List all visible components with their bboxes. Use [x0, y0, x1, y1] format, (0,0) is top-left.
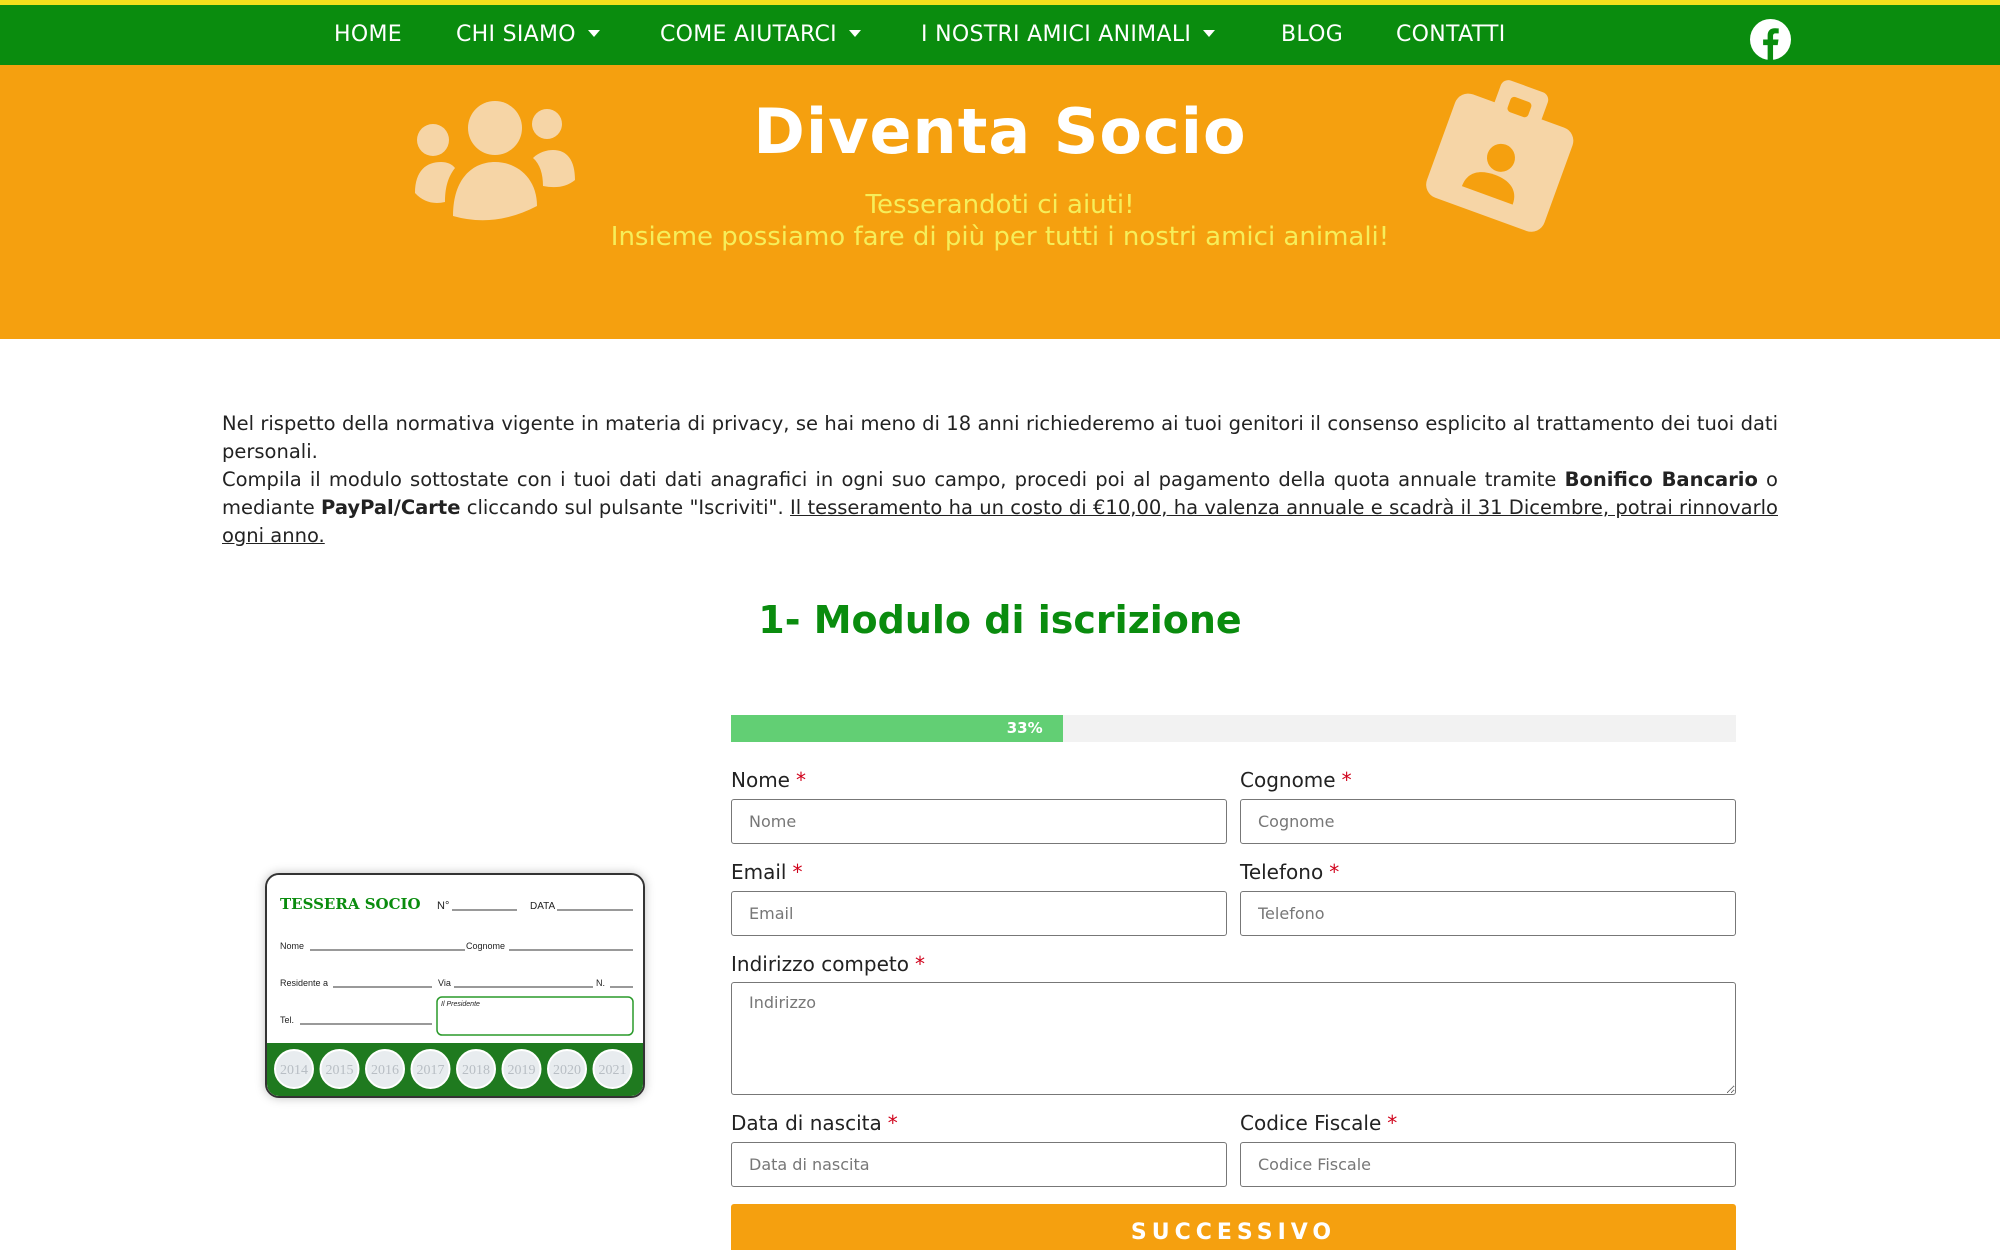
- required-asterisk: *: [1329, 860, 1340, 884]
- nav-contatti[interactable]: CONTATTI: [1396, 5, 1506, 65]
- cognome-label: Cognome *: [1240, 768, 1352, 792]
- instructions-paragraph: Compila il modulo sottostate con i tuoi …: [222, 468, 1778, 547]
- card-year-label: 2021: [599, 1063, 627, 1078]
- card-tel-label: Tel.: [280, 1015, 294, 1025]
- indirizzo-textarea[interactable]: [731, 982, 1736, 1095]
- telefono-input[interactable]: [1240, 891, 1736, 936]
- codice-fiscale-label: Codice Fiscale *: [1240, 1111, 1398, 1135]
- card-via-label: Via: [438, 978, 451, 988]
- caret-down-icon: [1203, 29, 1216, 37]
- card-year-label: 2017: [417, 1063, 445, 1078]
- card-year-label: 2018: [462, 1063, 490, 1078]
- caret-down-icon: [587, 29, 600, 37]
- nav-home[interactable]: HOME: [334, 5, 402, 65]
- nav-chi-siamo[interactable]: CHI SIAMO: [456, 5, 600, 65]
- card-year-label: 2014: [280, 1063, 308, 1078]
- indirizzo-label: Indirizzo competo *: [731, 952, 925, 976]
- cognome-input[interactable]: [1240, 799, 1736, 844]
- nav-come-aiutarci[interactable]: COME AIUTARCI: [660, 5, 861, 65]
- hero-banner: Diventa Socio Tesserandoti ci aiuti! Ins…: [0, 65, 2000, 339]
- form-progress-fill: 33%: [731, 715, 1063, 742]
- membership-card-image: TESSERA SOCIO N° DATA Nome Cognome Resid…: [265, 873, 645, 1098]
- email-label: Email *: [731, 860, 803, 884]
- caret-down-icon: [848, 29, 861, 37]
- card-data-label: DATA: [530, 901, 556, 912]
- required-asterisk: *: [1341, 768, 1352, 792]
- codice-fiscale-input[interactable]: [1240, 1142, 1736, 1187]
- card-year-label: 2019: [508, 1063, 536, 1078]
- telefono-label: Telefono *: [1240, 860, 1340, 884]
- form-progress-label: 33%: [1006, 719, 1043, 737]
- hero-subtitle-line1: Tesserandoti ci aiuti!: [865, 190, 1135, 220]
- required-asterisk: *: [1387, 1111, 1398, 1135]
- email-input[interactable]: [731, 891, 1227, 936]
- intro-text: Nel rispetto della normativa vigente in …: [222, 410, 1778, 550]
- nome-input[interactable]: [731, 799, 1227, 844]
- page-title: Diventa Socio: [753, 95, 1247, 168]
- required-asterisk: *: [792, 860, 803, 884]
- card-year-label: 2016: [371, 1063, 399, 1078]
- privacy-paragraph: Nel rispetto della normativa vigente in …: [222, 412, 1778, 463]
- form-progress-bar: 33%: [731, 715, 1736, 742]
- nome-label: Nome *: [731, 768, 806, 792]
- nav-blog[interactable]: BLOG: [1281, 5, 1343, 65]
- data-nascita-label: Data di nascita *: [731, 1111, 898, 1135]
- card-nome-label: Nome: [280, 941, 304, 951]
- card-no-label: N°: [437, 900, 449, 912]
- facebook-icon[interactable]: [1750, 19, 1791, 60]
- id-badge-icon: [1426, 80, 1574, 232]
- required-asterisk: *: [887, 1111, 898, 1135]
- card-n-label: N.: [596, 978, 605, 988]
- required-asterisk: *: [915, 952, 925, 976]
- next-button[interactable]: SUCCESSIVO: [731, 1204, 1736, 1250]
- main-navbar: HOME CHI SIAMO COME AIUTARCI I NOSTRI AM…: [0, 5, 2000, 65]
- card-title: TESSERA SOCIO: [280, 895, 421, 913]
- card-cognome-label: Cognome: [466, 941, 505, 951]
- data-nascita-input[interactable]: [731, 1142, 1227, 1187]
- nav-amici-animali[interactable]: I NOSTRI AMICI ANIMALI: [921, 5, 1216, 65]
- card-residente-label: Residente a: [280, 978, 328, 988]
- required-asterisk: *: [795, 768, 806, 792]
- card-presidente-label: Il Presidente: [441, 1001, 480, 1008]
- section-title: 1- Modulo di iscrizione: [758, 598, 1242, 642]
- hero-subtitle-line2: Insieme possiamo fare di più per tutti i…: [610, 222, 1390, 252]
- card-year-label: 2020: [553, 1063, 581, 1078]
- card-year-label: 2015: [326, 1063, 354, 1078]
